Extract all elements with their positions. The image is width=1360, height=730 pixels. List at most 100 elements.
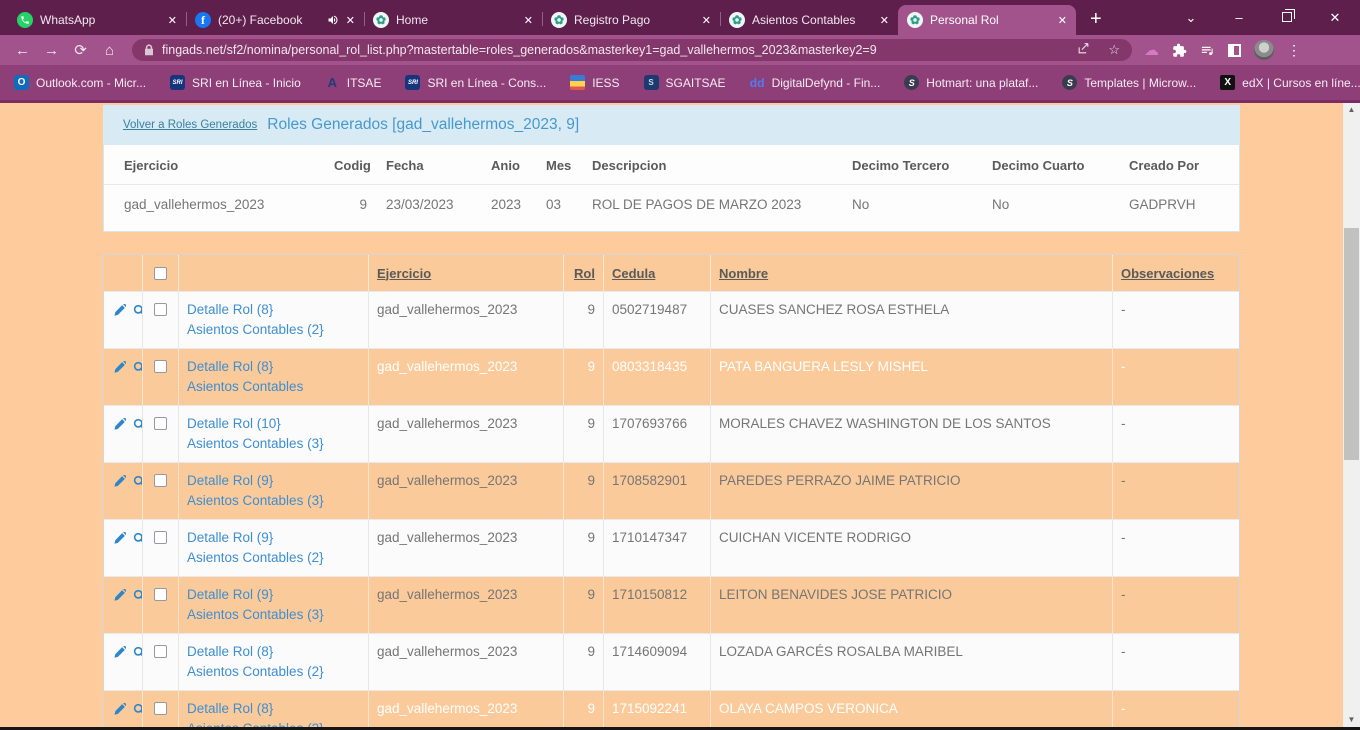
master-header-row: Ejercicio Codigo Fecha Anio Mes Descripc… — [104, 145, 1239, 185]
tab-registro-pago[interactable]: ✿ Registro Pago ✕ — [542, 5, 720, 35]
view-magnifier-icon[interactable] — [133, 304, 143, 348]
bookmark-itsae[interactable]: A ITSAE — [325, 75, 382, 90]
scroll-down-icon[interactable]: ▼ — [1343, 713, 1360, 727]
close-window-button[interactable]: ✕ — [1328, 10, 1342, 26]
asientos-contables-link[interactable]: Asientos Contables — [187, 377, 360, 397]
weather-extension-icon[interactable]: ☁ — [1144, 41, 1159, 59]
sort-header-rol[interactable]: Rol — [564, 255, 604, 291]
bookmark-sri-inicio[interactable]: SRI SRI en Línea - Inicio — [170, 75, 301, 90]
row-checkbox[interactable] — [154, 645, 167, 658]
asientos-contables-link[interactable]: Asientos Contables (2} — [187, 719, 360, 727]
edit-pencil-icon[interactable] — [113, 418, 126, 462]
chrome-menu-icon[interactable]: ⋮ — [1287, 42, 1301, 59]
lock-icon[interactable] — [144, 44, 154, 56]
reload-button[interactable]: ⟳ — [66, 41, 95, 59]
tab-facebook[interactable]: f (20+) Facebook ✕ — [186, 5, 364, 35]
bookmark-digitaldefynd[interactable]: dd DigitalDefynd - Fin... — [750, 75, 881, 90]
view-magnifier-icon[interactable] — [133, 475, 143, 519]
profile-avatar[interactable] — [1254, 40, 1274, 60]
row-checkbox[interactable] — [154, 531, 167, 544]
extensions-puzzle-icon[interactable] — [1172, 43, 1187, 58]
select-all-checkbox[interactable] — [154, 267, 167, 280]
row-checkbox[interactable] — [154, 588, 167, 601]
tab-close-icon[interactable]: ✕ — [524, 14, 533, 27]
tab-home[interactable]: ✿ Home ✕ — [364, 5, 542, 35]
tab-whatsapp[interactable]: WhatsApp ✕ — [8, 5, 186, 35]
asientos-contables-link[interactable]: Asientos Contables (3} — [187, 434, 360, 454]
tab-close-icon[interactable]: ✕ — [880, 14, 889, 27]
bookmark-sri-consultas[interactable]: SRI SRI en Línea - Cons... — [405, 75, 546, 90]
asientos-contables-link[interactable]: Asientos Contables (3} — [187, 491, 360, 511]
tab-close-icon[interactable]: ✕ — [1058, 14, 1067, 27]
back-button[interactable]: ← — [8, 42, 37, 59]
detalle-rol-link[interactable]: Detalle Rol (10} — [187, 414, 360, 434]
bookmark-sgaitsae[interactable]: S SGAITSAE — [644, 75, 726, 90]
tab-search-chevron-icon[interactable]: ⌄ — [1184, 10, 1198, 26]
playlist-extension-icon[interactable] — [1200, 43, 1215, 58]
detalle-rol-link[interactable]: Detalle Rol (9} — [187, 471, 360, 491]
edit-pencil-icon[interactable] — [113, 532, 126, 576]
restore-button[interactable] — [1280, 10, 1294, 25]
detalle-rol-link[interactable]: Detalle Rol (8} — [187, 699, 360, 719]
asientos-contables-link[interactable]: Asientos Contables (2} — [187, 320, 360, 340]
tab-close-icon[interactable]: ✕ — [168, 14, 177, 27]
row-select-cell — [143, 292, 179, 348]
row-checkbox[interactable] — [154, 360, 167, 373]
edit-pencil-icon[interactable] — [113, 646, 126, 690]
new-tab-button[interactable]: + — [1090, 9, 1102, 29]
detalle-rol-link[interactable]: Detalle Rol (8} — [187, 642, 360, 662]
scrollbar-thumb[interactable] — [1344, 228, 1359, 460]
tab-audio-icon[interactable] — [327, 14, 339, 26]
volver-link[interactable]: Volver a Roles Generados — [123, 119, 257, 131]
url-text[interactable]: fingads.net/sf2/nomina/personal_rol_list… — [162, 43, 1069, 57]
cell-codigo: 9 — [326, 197, 371, 212]
detalle-rol-link[interactable]: Detalle Rol (8} — [187, 300, 360, 320]
asientos-contables-link[interactable]: Asientos Contables (2} — [187, 662, 360, 682]
edit-pencil-icon[interactable] — [113, 361, 126, 405]
sort-header-cedula[interactable]: Cedula — [604, 255, 711, 291]
tab-asientos-contables[interactable]: ✿ Asientos Contables ✕ — [720, 5, 898, 35]
share-icon[interactable] — [1077, 42, 1090, 58]
view-magnifier-icon[interactable] — [133, 703, 143, 727]
bookmark-iess[interactable]: IESS — [570, 75, 619, 90]
bookmark-templates[interactable]: S Templates | Microw... — [1062, 75, 1196, 90]
asientos-contables-link[interactable]: Asientos Contables (2} — [187, 548, 360, 568]
bookmark-hotmart[interactable]: S Hotmart: una plataf... — [904, 75, 1038, 90]
row-checkbox[interactable] — [154, 702, 167, 715]
minimize-button[interactable]: – — [1232, 10, 1246, 25]
view-magnifier-icon[interactable] — [133, 361, 143, 405]
sidebar-extension-icon[interactable] — [1228, 44, 1241, 57]
tab-close-icon[interactable]: ✕ — [702, 14, 711, 27]
view-magnifier-icon[interactable] — [133, 418, 143, 462]
detalle-rol-link[interactable]: Detalle Rol (8} — [187, 357, 360, 377]
tab-close-icon[interactable]: ✕ — [346, 14, 355, 27]
view-magnifier-icon[interactable] — [133, 646, 143, 690]
detalle-rol-link[interactable]: Detalle Rol (9} — [187, 528, 360, 548]
edit-pencil-icon[interactable] — [113, 589, 126, 633]
cell-cedula: 1707693766 — [604, 406, 711, 462]
edit-pencil-icon[interactable] — [113, 475, 126, 519]
view-magnifier-icon[interactable] — [133, 532, 143, 576]
edit-pencil-icon[interactable] — [113, 703, 126, 727]
vertical-scrollbar[interactable]: ▲ ▼ — [1343, 103, 1360, 727]
bookmark-star-icon[interactable]: ☆ — [1108, 42, 1120, 58]
asientos-contables-link[interactable]: Asientos Contables (3} — [187, 605, 360, 625]
row-checkbox[interactable] — [154, 417, 167, 430]
view-magnifier-icon[interactable] — [133, 589, 143, 633]
edit-pencil-icon[interactable] — [113, 304, 126, 348]
row-checkbox[interactable] — [154, 474, 167, 487]
scroll-up-icon[interactable]: ▲ — [1343, 103, 1360, 117]
tab-personal-rol[interactable]: ✿ Personal Rol ✕ — [898, 5, 1076, 35]
row-checkbox[interactable] — [154, 303, 167, 316]
row-links-cell: Detalle Rol (8} Asientos Contables (2} — [179, 292, 369, 348]
home-button[interactable]: ⌂ — [95, 42, 124, 59]
bookmark-outlook[interactable]: O Outlook.com - Micr... — [14, 75, 146, 90]
address-bar[interactable]: fingads.net/sf2/nomina/personal_rol_list… — [132, 39, 1132, 61]
detalle-rol-link[interactable]: Detalle Rol (9} — [187, 585, 360, 605]
cell-decimo-tercero: No — [844, 197, 984, 212]
sort-header-observaciones[interactable]: Observaciones — [1113, 255, 1239, 291]
sort-header-nombre[interactable]: Nombre — [711, 255, 1113, 291]
forward-button[interactable]: → — [37, 42, 66, 59]
bookmark-edx[interactable]: X edX | Cursos en líne... — [1220, 75, 1360, 90]
sort-header-ejercicio[interactable]: Ejercicio — [369, 255, 564, 291]
